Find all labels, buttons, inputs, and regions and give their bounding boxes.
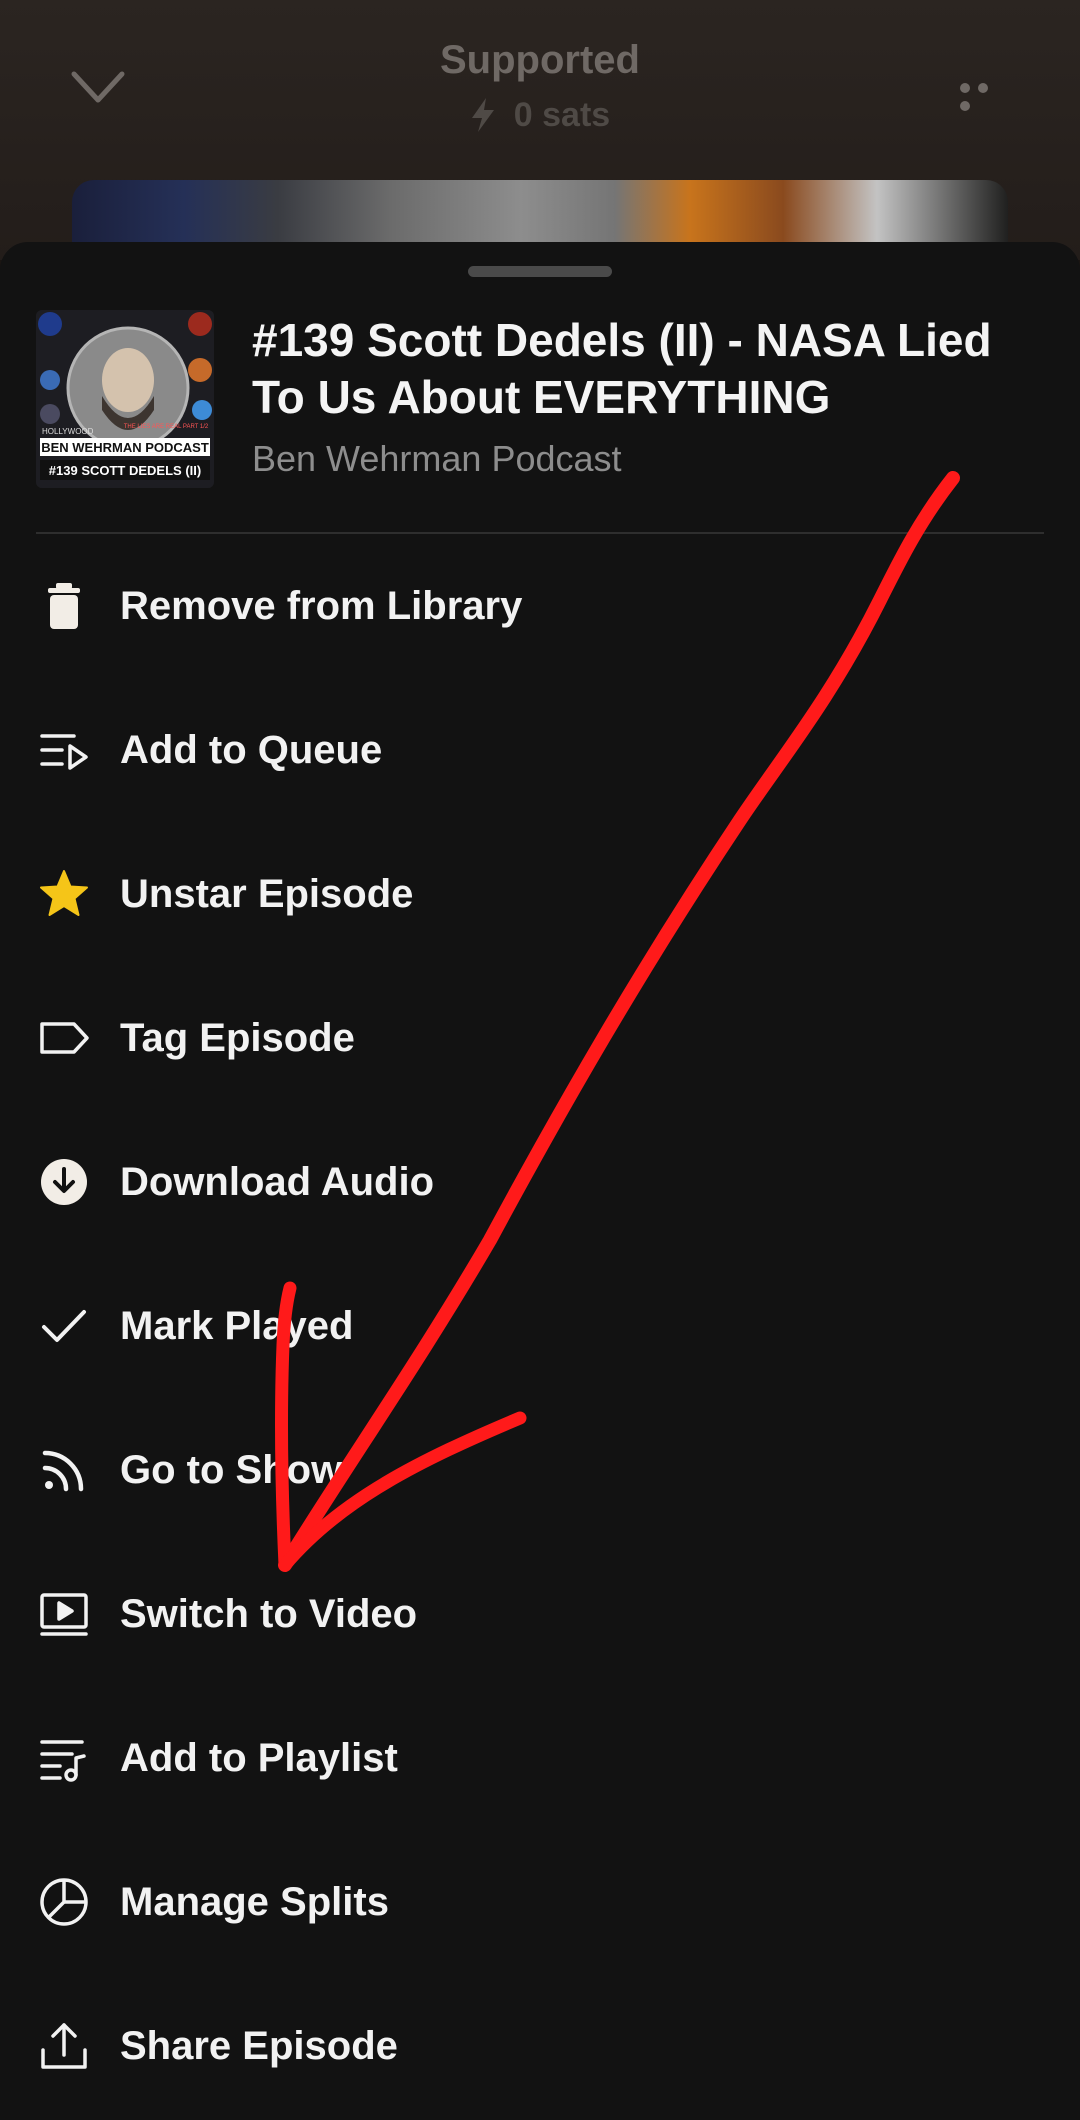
menu-item-label: Add to Queue — [120, 727, 383, 772]
menu-item-label: Mark Played — [120, 1303, 354, 1348]
menu-item-label: Download Audio — [120, 1159, 435, 1204]
menu-item-tag-episode[interactable]: Tag Episode — [0, 966, 1080, 1110]
artwork-badge: THE LIES ARE REAL PART 1/2 — [124, 424, 209, 430]
menu-item-switch-to-video[interactable]: Switch to Video — [0, 1542, 1080, 1686]
artwork-line2: #139 SCOTT DEDELS (II) — [49, 463, 201, 478]
episode-options-sheet: BEN WEHRMAN PODCAST #139 SCOTT DEDELS (I… — [0, 242, 1080, 2120]
sats-label: 0 sats — [513, 96, 611, 134]
menu-item-label: Unstar Episode — [120, 871, 414, 916]
menu-item-download-audio[interactable]: Download Audio — [0, 1110, 1080, 1254]
episode-artwork: BEN WEHRMAN PODCAST #139 SCOTT DEDELS (I… — [36, 310, 214, 488]
queue-icon — [36, 722, 92, 778]
more-icon[interactable] — [960, 80, 1010, 111]
menu-item-label: Switch to Video — [120, 1591, 418, 1636]
player-background: Supported 0 sats — [0, 0, 1080, 300]
artwork-corner: HOLLYWOOD — [42, 427, 94, 436]
trash-icon — [36, 578, 92, 634]
menu-item-label: Add to Playlist — [120, 1735, 398, 1780]
bolt-icon — [471, 98, 494, 132]
artwork-line1: BEN WEHRMAN PODCAST — [41, 440, 209, 455]
menu-item-unstar-episode[interactable]: Unstar Episode — [0, 822, 1080, 966]
player-status-title: Supported — [440, 38, 640, 82]
tag-icon — [36, 1010, 92, 1066]
rss-icon — [36, 1442, 92, 1498]
menu-item-add-to-queue[interactable]: Add to Queue — [0, 678, 1080, 822]
episode-show-name[interactable]: Ben Wehrman Podcast — [252, 438, 622, 480]
options-menu: Remove from Library Add to Queue Unstar … — [0, 534, 1080, 2118]
pie-chart-icon — [36, 1874, 92, 1930]
menu-item-label: Manage Splits — [120, 1879, 389, 1924]
episode-title: #139 Scott Dedels (II) - NASA Lied To Us… — [252, 314, 992, 423]
menu-item-manage-splits[interactable]: Manage Splits — [0, 1830, 1080, 1974]
menu-item-label: Go to Show — [120, 1447, 343, 1492]
check-icon — [36, 1298, 92, 1354]
menu-item-mark-played[interactable]: Mark Played — [0, 1254, 1080, 1398]
sats-counter: 0 sats — [0, 96, 1080, 135]
sheet-drag-handle[interactable] — [468, 266, 612, 277]
menu-item-remove-from-library[interactable]: Remove from Library — [0, 534, 1080, 678]
menu-item-label: Tag Episode — [120, 1015, 355, 1060]
menu-item-go-to-show[interactable]: Go to Show — [0, 1398, 1080, 1542]
menu-item-label: Share Episode — [120, 2023, 398, 2068]
playlist-icon — [36, 1730, 92, 1786]
download-icon — [36, 1154, 92, 1210]
share-icon — [36, 2018, 92, 2074]
menu-item-add-to-playlist[interactable]: Add to Playlist — [0, 1686, 1080, 1830]
menu-item-label: Remove from Library — [120, 583, 523, 628]
menu-item-share-episode[interactable]: Share Episode — [0, 1974, 1080, 2118]
star-icon — [36, 866, 92, 922]
video-icon — [36, 1586, 92, 1642]
